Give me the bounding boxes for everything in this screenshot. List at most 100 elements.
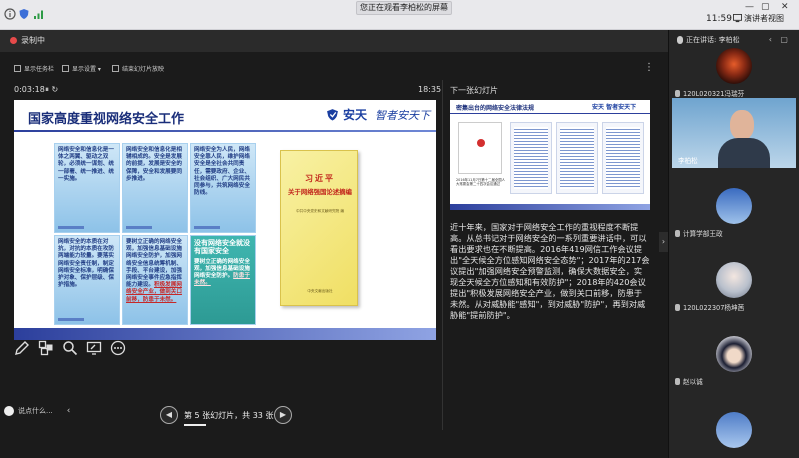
participant-name-text: 120L020321冯瑞芬 (683, 90, 745, 98)
mic-icon (675, 229, 680, 237)
speaking-indicator: 正在讲话: 李柏松 (677, 35, 740, 45)
participant-name: 120L020321冯瑞芬 (675, 88, 744, 98)
active-speaker-video[interactable]: 李柏松 (672, 98, 796, 168)
slide-header-rule (14, 130, 436, 132)
speaking-label: 正在讲话: 李柏松 (686, 36, 740, 44)
slide-footer-bar (14, 328, 436, 340)
law-document-page (510, 122, 552, 194)
quote-card-grid: 网络安全和信息化是一体之两翼、驱动之双轮，必须统一谋划、统一部署、统一推进、统一… (54, 143, 256, 325)
previous-slide-button[interactable]: ◀ (160, 406, 178, 424)
system-bar: 您正在观看李柏松的屏幕 11:59 演讲者视图 — ▢ ✕ (0, 0, 799, 30)
presenter-view-button[interactable]: 演讲者视图 (744, 12, 784, 26)
slide-pager: ◀ 第 5 张幻灯片，共 33 张 ▶ (160, 404, 292, 426)
timer-controls[interactable]: ⏸ ↻ (45, 85, 58, 95)
end-show-icon (112, 65, 119, 72)
collapse-chat-icon[interactable]: ‹ (67, 406, 71, 416)
card-footer (194, 226, 220, 229)
quote-card-featured: 没有网络安全就没有国家安全 要树立正确的网络安全观，加强信息基础设施网络安全防护。… (190, 235, 256, 325)
participants-panel: 正在讲话: 李柏松 ‹ ▢ 120L020321冯瑞芬 李柏松 计算学部王政 1… (668, 30, 799, 458)
taskbar-icon (14, 65, 21, 72)
display-settings-button[interactable]: 显示设置 ▾ (62, 64, 101, 73)
slide-clock: 18:35 (418, 85, 442, 94)
quote-card-text: 网络安全和信息化是相辅相成的。安全是发展的前提，发展是安全的保障，安全和发展要同… (126, 147, 182, 182)
slide-tools (14, 340, 154, 360)
national-emblem-icon (477, 139, 485, 147)
pointer-screen-icon[interactable] (86, 340, 102, 356)
display-icon (62, 65, 69, 72)
card-footer (58, 318, 84, 321)
screen-share-banner: 您正在观看李柏松的屏幕 (356, 1, 452, 15)
display-settings-label: 显示设置 ▾ (72, 66, 101, 73)
participant-name: 李柏松 (678, 157, 698, 165)
chat-box[interactable]: 说点什么... ‹ (4, 406, 70, 416)
monitor-icon (733, 14, 742, 23)
book-author: 习近平 (305, 174, 335, 183)
document-text-lines (606, 127, 640, 189)
brand-slogan: 智者安天下 (375, 108, 431, 122)
participant-name: 赵以诚 (675, 376, 703, 386)
quote-card: 网络安全和信息化是相辅相成的。安全是发展的前提，发展是安全的保障，安全和发展要同… (122, 143, 188, 233)
book-title: 关于网络强国论述摘编 (288, 188, 352, 196)
recording-label: 录制中 (21, 36, 45, 45)
more-options-icon[interactable]: ⋮ (644, 62, 654, 73)
next-slide-title: 密集出台的网络安全法律法规 (456, 105, 535, 112)
law-document-page (602, 122, 644, 194)
speaker-body (718, 138, 770, 168)
law-document-caption: 2016年11月7日第十二届全国人大常委会第二十四次会议通过 (456, 178, 506, 187)
next-slide-footer-bar (450, 204, 650, 210)
next-slide-brand: 安天 智者安天下 (592, 104, 637, 111)
mic-icon (677, 36, 683, 44)
emoji-icon[interactable] (4, 406, 14, 416)
chat-input[interactable]: 说点什么... (18, 406, 53, 416)
slide-title: 国家高度重视网络安全工作 (28, 112, 185, 127)
presenter-toolbar: 显示任务栏 显示设置 ▾ 结束幻灯片放映 ⋮ (0, 60, 668, 78)
close-icon[interactable]: ✕ (781, 2, 789, 12)
next-slide-preview[interactable]: 密集出台的网络安全法律法规 安天 智者安天下 2016年11月7日第十二届全国人… (450, 100, 650, 210)
document-text-lines (560, 127, 594, 189)
info-icon[interactable] (4, 8, 16, 20)
pen-icon[interactable] (14, 340, 30, 356)
quote-card: 网络安全为人民，网络安全靠人民，维护网络安全是全社会共同责任，需要政府、企业、社… (190, 143, 256, 233)
pane-splitter[interactable] (442, 80, 443, 430)
avatar (716, 412, 752, 448)
next-slide-rule (450, 113, 650, 114)
book-publisher: 中共中央党史和文献研究院 编 (296, 209, 344, 213)
more-icon[interactable] (110, 340, 126, 356)
collapse-sidebar-handle[interactable]: › (659, 232, 668, 252)
card-footer (58, 226, 84, 229)
clock: 11:59 (706, 14, 732, 24)
speaker-notes[interactable]: 近十年来，国家对于网络安全工作的重视程度不断提高。从总书记对于网络安全的一系列重… (450, 222, 650, 321)
quote-card: 要树立正确的网络安全观，加强信息基础设施网络安全防护，加强网络安全信息统筹机制、… (122, 235, 188, 325)
document-text-lines (514, 127, 548, 189)
show-taskbar-label: 显示任务栏 (24, 66, 55, 73)
law-document-page (556, 122, 598, 194)
shield-icon[interactable] (18, 8, 30, 20)
slides-grid-icon[interactable] (38, 340, 54, 356)
slide-counter[interactable]: 第 5 张幻灯片，共 33 张 (184, 410, 273, 421)
law-document-cover (458, 122, 502, 174)
participant-name-text: 120L022307杨坤茜 (683, 304, 745, 312)
zoom-icon[interactable] (62, 340, 78, 356)
minimize-icon[interactable]: — (745, 2, 754, 12)
panel-controls[interactable]: ‹ ▢ (769, 35, 791, 44)
book-cover: 习近平 关于网络强国论述摘编 中共中央党史和文献研究院 编 中央文献出版社 (280, 150, 358, 306)
card-footer (126, 226, 152, 229)
end-show-button[interactable]: 结束幻灯片放映 (112, 64, 164, 73)
speaker-face (730, 110, 754, 140)
participant-name: 计算学部王政 (675, 228, 723, 238)
next-slide-button[interactable]: ▶ (274, 406, 292, 424)
show-taskbar-button[interactable]: 显示任务栏 (14, 64, 54, 73)
quote-card-heading: 没有网络安全就没有国家安全 (194, 239, 250, 256)
quote-card-text: 网络安全为人民，网络安全靠人民，维护网络安全是全社会共同责任，需要政府、企业、社… (194, 147, 250, 197)
restore-icon[interactable]: ▢ (761, 2, 770, 12)
quote-card-text: 要树立正确的网络安全观，加强信息基础设施网络安全防护，加强网络安全信息统筹机制、… (126, 239, 182, 289)
end-show-label: 结束幻灯片放映 (122, 66, 165, 73)
mic-icon (675, 303, 680, 311)
book-press: 中央文献出版社 (307, 289, 333, 293)
quote-card: 网络安全和信息化是一体之两翼、驱动之双轮，必须统一谋划、统一部署、统一推进、统一… (54, 143, 120, 233)
slide-counter-underline (184, 424, 206, 426)
screen: 您正在观看李柏松的屏幕 11:59 演讲者视图 — ▢ ✕ 录制中 显示任务栏 … (0, 0, 799, 458)
current-slide: 国家高度重视网络安全工作 安天 智者安天下 网络安全和信息化是一体之两翼、驱动之… (14, 100, 436, 340)
recording-bar: 录制中 (0, 30, 668, 52)
participant-name: 120L022307杨坤茜 (675, 302, 744, 312)
